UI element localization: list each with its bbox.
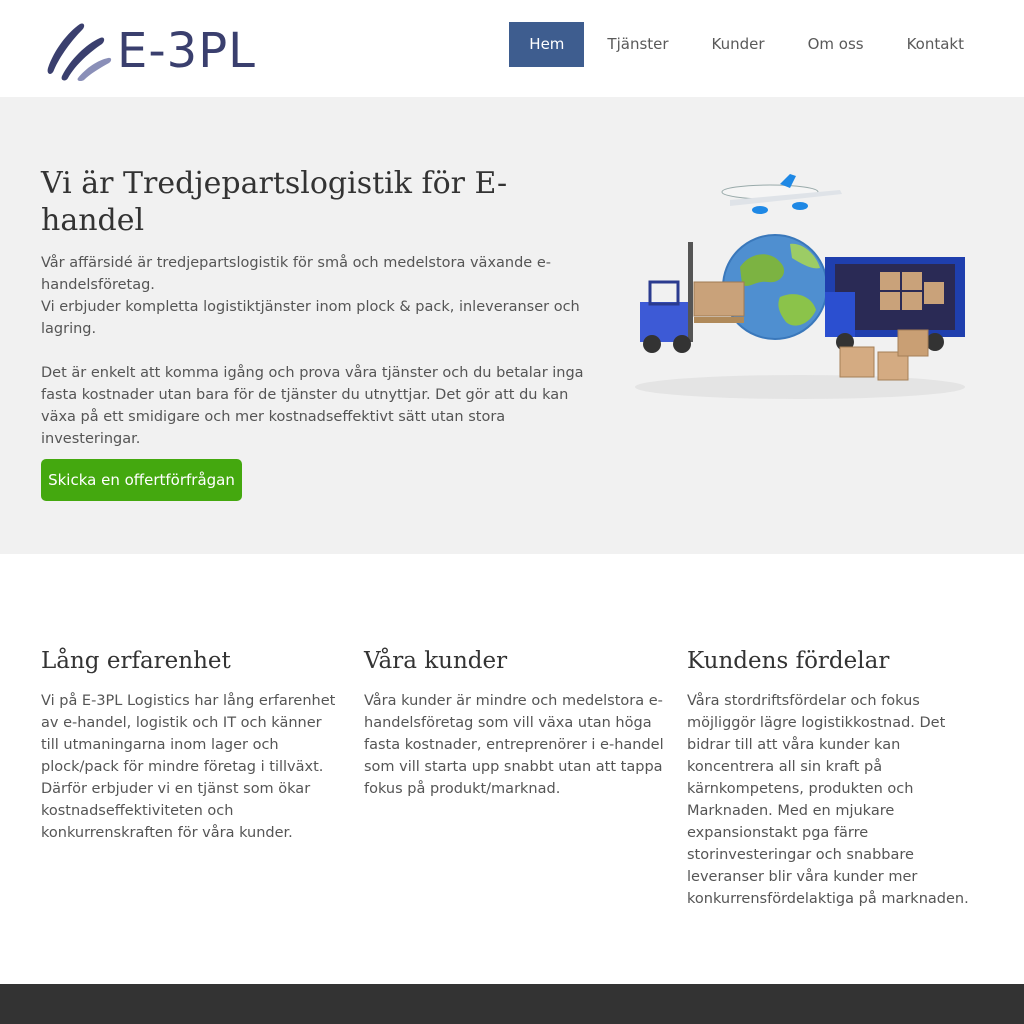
logistics-illustration xyxy=(635,174,965,399)
feature-title: Kundens fördelar xyxy=(687,648,890,674)
request-quote-button[interactable]: Skicka en offertförfrågan xyxy=(41,459,242,501)
hero-paragraph: Vi erbjuder kompletta logistiktjänster i… xyxy=(41,299,580,337)
features-section: Lång erfarenhet Vi på E-3PL Logistics ha… xyxy=(0,554,1024,984)
nav-item-tjanster[interactable]: Tjänster xyxy=(587,22,688,67)
logo[interactable]: E-3PL xyxy=(44,20,274,82)
feature-text: Vi på E-3PL Logistics har lång erfarenhe… xyxy=(41,693,336,841)
feature-column: Kundens fördelar Våra stordriftsfördelar… xyxy=(687,646,987,910)
hero-section: Vi är Tredjepartslogistik för E-handel V… xyxy=(0,97,1024,554)
main-nav: Hem Tjänster Kunder Om oss Kontakt xyxy=(506,22,984,67)
nav-item-kunder[interactable]: Kunder xyxy=(692,22,785,67)
hero-paragraph: Vår affärsidé är tredjepartslogistik för… xyxy=(41,255,551,293)
feature-title: Lång erfarenhet xyxy=(41,648,231,674)
feature-title: Våra kunder xyxy=(364,648,508,674)
site-footer xyxy=(0,984,1024,1024)
hero-paragraph: Det är enkelt att komma igång och prova … xyxy=(41,365,584,447)
feature-text: Våra kunder är mindre och medelstora e-h… xyxy=(364,693,664,797)
feature-column: Lång erfarenhet Vi på E-3PL Logistics ha… xyxy=(41,646,341,844)
nav-item-hem[interactable]: Hem xyxy=(509,22,585,67)
nav-item-om-oss[interactable]: Om oss xyxy=(788,22,884,67)
hero-body: Vår affärsidé är tredjepartslogistik för… xyxy=(41,252,596,450)
feature-column: Våra kunder Våra kunder är mindre och me… xyxy=(364,646,664,800)
swoosh-logo-icon xyxy=(47,23,112,82)
logo-text: E-3PL xyxy=(117,23,256,79)
feature-text: Våra stordriftsfördelar och fokus möjlig… xyxy=(687,693,969,907)
nav-item-kontakt[interactable]: Kontakt xyxy=(887,22,984,67)
hero-title: Vi är Tredjepartslogistik för E-handel xyxy=(41,166,508,238)
site-header: E-3PL Hem Tjänster Kunder Om oss Kontakt xyxy=(0,0,1024,97)
